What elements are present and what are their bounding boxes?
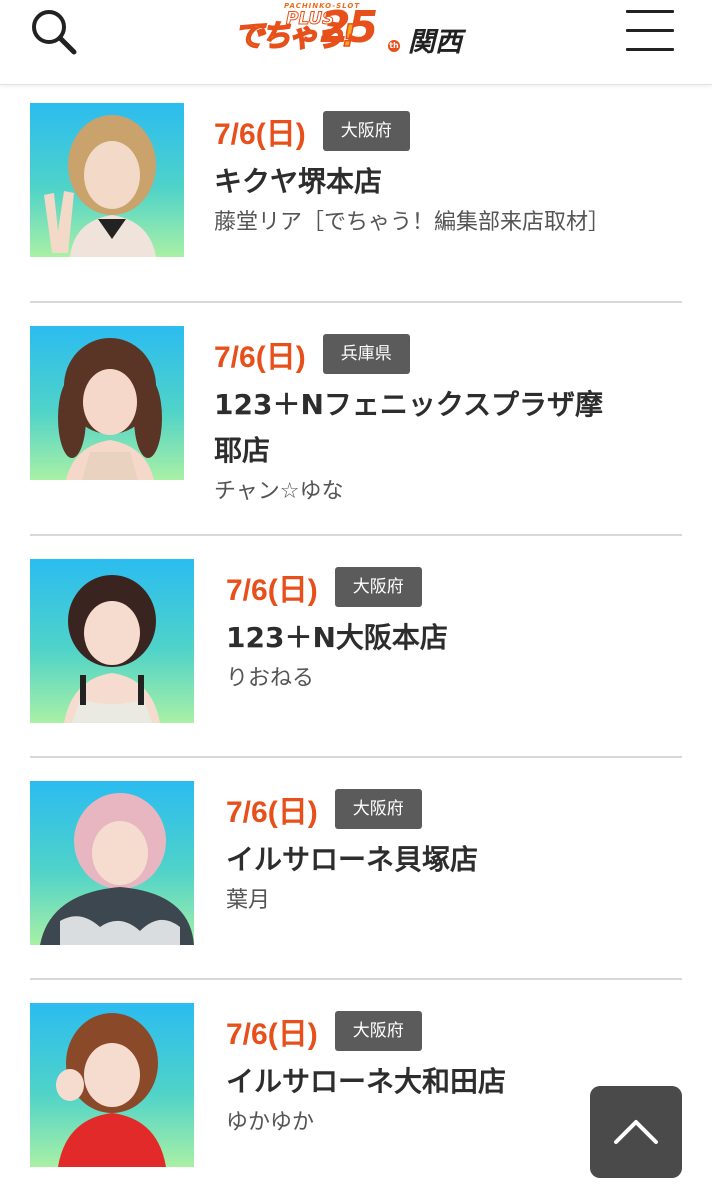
event-entry[interactable]: 7/6(日) 大阪府 123＋N大阪本店 りおねる — [30, 559, 682, 729]
event-date: 7/6(日) — [214, 341, 306, 374]
event-entry[interactable]: 7/6(日) 大阪府 イルサローネ大和田店 ゆかゆか — [30, 1003, 682, 1173]
event-date: 7/6(日) — [226, 1018, 318, 1051]
talent-photo[interactable] — [30, 326, 184, 480]
prefecture-badge: 大阪府 — [334, 1011, 422, 1051]
portrait-avatar-icon — [44, 115, 156, 257]
prefecture-badge: 大阪府 — [334, 789, 422, 829]
prefecture-badge: 大阪府 — [334, 567, 422, 607]
event-date: 7/6(日) — [226, 574, 318, 607]
talent-name: チャン☆ゆな — [214, 479, 344, 504]
event-entry[interactable]: 7/6(日) 兵庫県 123＋Nフェニックスプラザ摩耶店 チャン☆ゆな — [30, 326, 682, 526]
talent-photo[interactable] — [30, 559, 194, 723]
prefecture-badge: 兵庫県 — [322, 334, 410, 374]
divider — [30, 978, 682, 980]
logo-region: 関西 — [408, 27, 462, 58]
logo-number: 25 — [320, 2, 378, 53]
talent-name: 葉月 — [226, 888, 271, 913]
logo-mark: th — [388, 40, 400, 52]
portrait-avatar-icon — [40, 793, 194, 945]
portrait-avatar-icon — [56, 1013, 166, 1167]
event-entry[interactable]: 7/6(日) 大阪府 イルサローネ貝塚店 葉月 — [30, 781, 682, 951]
search-button[interactable] — [28, 6, 80, 58]
portrait-avatar-icon — [58, 338, 162, 480]
event-date: 7/6(日) — [226, 796, 318, 829]
divider — [30, 756, 682, 758]
store-name[interactable]: イルサローネ貝塚店 — [226, 837, 626, 883]
divider — [30, 301, 682, 303]
portrait-avatar-icon — [64, 575, 160, 723]
talent-name: りおねる — [226, 666, 315, 691]
chevron-up-icon — [614, 1120, 658, 1144]
store-name[interactable]: 123＋N大阪本店 — [226, 615, 626, 661]
talent-photo[interactable] — [30, 781, 194, 945]
event-entry[interactable]: 7/6(日) 大阪府 キクヤ堺本店 藤堂リア［でちゃう！編集部来店取材］ — [30, 103, 682, 293]
site-logo[interactable]: PACHINKO-SLOT でちゃう! PLUS 25 th 関西 — [232, 2, 482, 58]
event-date: 7/6(日) — [214, 118, 306, 151]
search-icon — [32, 10, 77, 55]
talent-photo[interactable] — [30, 1003, 194, 1167]
talent-name: ゆかゆか — [226, 1110, 315, 1135]
talent-name: 藤堂リア［でちゃう！編集部来店取材］ — [214, 210, 611, 235]
store-name[interactable]: イルサローネ大和田店 — [226, 1059, 626, 1105]
site-header: PACHINKO-SLOT でちゃう! PLUS 25 th 関西 — [0, 0, 712, 85]
menu-button[interactable] — [626, 8, 676, 52]
scroll-to-top-button[interactable] — [590, 1086, 682, 1178]
store-name[interactable]: 123＋Nフェニックスプラザ摩耶店 — [214, 382, 614, 474]
prefecture-badge: 大阪府 — [322, 111, 410, 151]
store-name[interactable]: キクヤ堺本店 — [214, 159, 614, 205]
talent-photo[interactable] — [30, 103, 184, 257]
divider — [30, 534, 682, 536]
